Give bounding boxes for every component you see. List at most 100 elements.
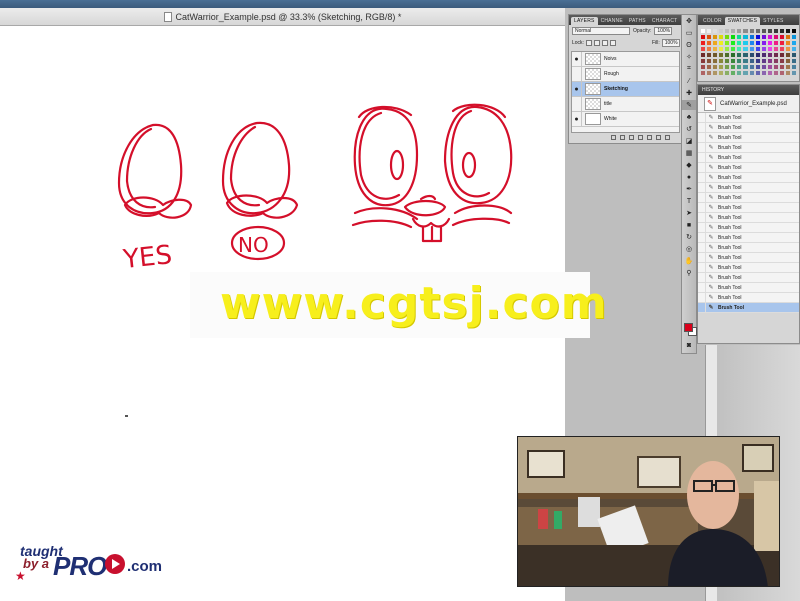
3d-orbit-tool-icon[interactable]: ◎ [682,244,696,254]
opacity-field[interactable]: 100% [654,27,673,35]
history-source-checkbox[interactable] [698,242,706,253]
layer-row-title[interactable]: title [572,96,679,112]
history-source-checkbox[interactable] [698,262,706,273]
eye-icon[interactable]: ● [572,52,582,67]
type-tool-icon[interactable]: T [682,196,696,206]
history-item[interactable]: ✎ Brush Tool [698,112,799,123]
fill-field[interactable]: 100% [661,38,680,47]
history-item[interactable]: ✎ Brush Tool [698,222,799,233]
history-item[interactable]: ✎ Brush Tool [698,162,799,173]
blend-mode-select[interactable]: Normal [572,27,630,35]
tab-layers[interactable]: LAYERS [571,17,598,25]
lock-image-icon[interactable] [593,39,600,46]
history-item[interactable]: ✎ Brush Tool [698,152,799,163]
adjustment-layer-icon[interactable] [638,134,643,140]
history-source-checkbox[interactable] [698,182,706,193]
gradient-tool-icon[interactable]: ▦ [682,148,696,158]
history-source-checkbox[interactable] [698,202,706,213]
move-tool-icon[interactable]: ✥ [682,16,696,26]
new-layer-icon[interactable] [656,134,661,140]
path-select-tool-icon[interactable]: ➤ [682,208,696,218]
history-source-checkbox[interactable] [698,212,706,223]
history-item[interactable]: ✎ Brush Tool [698,202,799,213]
history-item[interactable]: ✎ Brush Tool [698,302,799,313]
history-source-checkbox[interactable] [698,152,706,163]
history-item[interactable]: ✎ Brush Tool [698,242,799,253]
clone-stamp-tool-icon[interactable]: ♣ [682,112,696,122]
blur-tool-icon[interactable]: ◆ [682,160,696,170]
tab-character[interactable]: CHARACT [649,17,681,25]
foreground-color-swatch[interactable] [684,323,693,332]
zoom-tool-icon[interactable]: ⚲ [682,268,696,278]
history-snapshot[interactable]: ✎ CatWarrior_Example.psd [698,95,799,113]
layer-row-noivs[interactable]: ● Noivs [572,52,679,67]
document-title-bar[interactable]: CatWarrior_Example.psd @ 33.3% (Sketchin… [0,8,565,26]
quick-mask-icon[interactable]: ◙ [682,340,696,350]
history-item[interactable]: ✎ Brush Tool [698,262,799,273]
history-item[interactable]: ✎ Brush Tool [698,282,799,293]
crop-tool-icon[interactable]: ⌗ [682,64,696,74]
trash-icon[interactable] [665,134,670,140]
history-item[interactable]: ✎ Brush Tool [698,142,799,153]
eyedropper-tool-icon[interactable]: ⁄ [682,76,696,86]
layer-name: Sketching [604,86,628,92]
history-item[interactable]: ✎ Brush Tool [698,252,799,263]
eye-icon-hidden[interactable] [572,66,582,82]
link-layers-icon[interactable] [611,134,616,140]
history-source-checkbox[interactable] [698,192,706,203]
history-source-checkbox[interactable] [698,252,706,263]
eraser-tool-icon[interactable]: ◪ [682,136,696,146]
dodge-tool-icon[interactable]: ● [682,172,696,182]
history-brush-tool-icon[interactable]: ↺ [682,124,696,134]
lock-position-icon[interactable] [601,39,608,46]
color-swatch[interactable] [790,70,797,76]
history-source-checkbox[interactable] [698,222,706,233]
history-source-checkbox[interactable] [698,282,706,293]
history-source-checkbox[interactable] [698,142,706,153]
history-item[interactable]: ✎ Brush Tool [698,182,799,193]
tab-paths[interactable]: PATHS [626,17,649,25]
group-icon[interactable] [647,134,652,140]
layer-row-sketching[interactable]: ● Sketching [572,81,679,97]
history-source-checkbox[interactable] [698,292,706,303]
lasso-tool-icon[interactable]: ʘ [682,40,696,50]
tab-color[interactable]: COLOR [700,17,725,25]
history-source-checkbox[interactable] [698,302,706,313]
layer-mask-icon[interactable] [629,134,634,140]
history-source-checkbox[interactable] [698,122,706,133]
history-source-checkbox[interactable] [698,162,706,173]
layer-row-white[interactable]: ● White [572,111,679,127]
healing-tool-icon[interactable]: ✚ [682,88,696,98]
tab-swatches[interactable]: SWATCHES [724,17,761,25]
history-item[interactable]: ✎ Brush Tool [698,132,799,143]
lock-all-icon[interactable] [609,39,616,46]
history-item[interactable]: ✎ Brush Tool [698,172,799,183]
history-source-checkbox[interactable] [698,272,706,283]
history-source-checkbox[interactable] [698,232,706,243]
eye-icon-hidden[interactable] [572,96,582,112]
tab-channels[interactable]: CHANNE [598,17,626,25]
swatch-grid[interactable] [700,28,797,80]
hand-tool-icon[interactable]: ✋ [682,256,696,266]
layer-style-icon[interactable] [620,134,625,140]
history-item[interactable]: ✎ Brush Tool [698,232,799,243]
shape-tool-icon[interactable]: ■ [682,220,696,230]
marquee-tool-icon[interactable]: ▭ [682,28,696,38]
3d-rotate-tool-icon[interactable]: ↻ [682,232,696,242]
layer-row-rough[interactable]: Rough [572,66,679,82]
history-item[interactable]: ✎ Brush Tool [698,292,799,303]
history-source-checkbox[interactable] [698,172,706,183]
lock-transparent-icon[interactable] [585,39,592,46]
history-source-checkbox[interactable] [698,132,706,143]
brush-tool-icon[interactable]: ✎ [682,100,696,110]
eye-icon[interactable]: ● [572,111,582,127]
quick-select-tool-icon[interactable]: ✧ [682,52,696,62]
eye-icon[interactable]: ● [572,81,582,97]
pen-tool-icon[interactable]: ✒ [682,184,696,194]
tab-styles[interactable]: STYLES [760,17,786,25]
history-item[interactable]: ✎ Brush Tool [698,272,799,283]
history-item[interactable]: ✎ Brush Tool [698,122,799,133]
history-item[interactable]: ✎ Brush Tool [698,212,799,223]
history-source-checkbox[interactable] [698,112,706,123]
history-item[interactable]: ✎ Brush Tool [698,192,799,203]
